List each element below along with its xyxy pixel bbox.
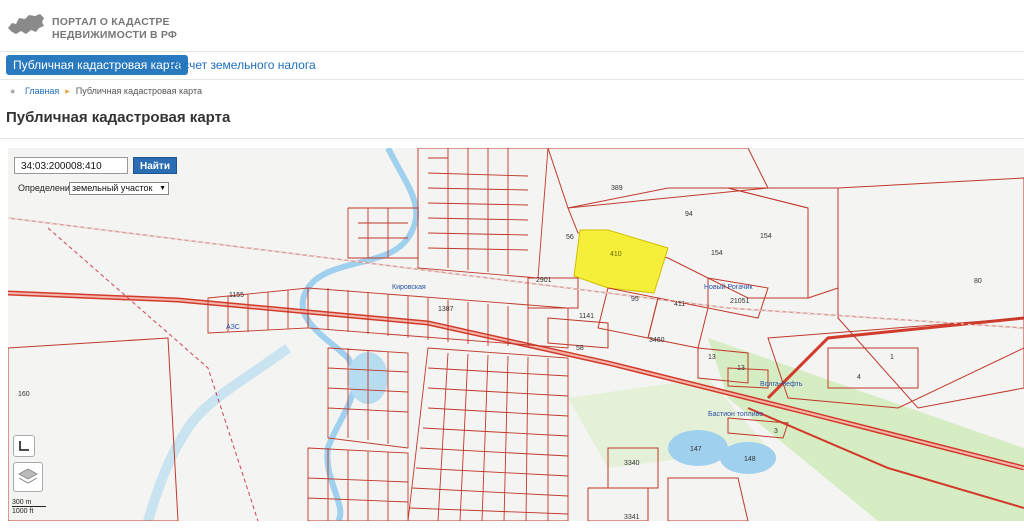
cadastral-map[interactable]: 410 389 94 154 154 56 2901 95 411 21051 … (8, 148, 1024, 521)
measure-tool-button[interactable] (13, 435, 35, 457)
map-label: 1141 (579, 313, 595, 320)
parcel[interactable] (727, 187, 839, 299)
map-label: 148 (744, 456, 756, 463)
tab-public-cadastral-map[interactable]: Публичная кадастровая карта (6, 55, 189, 75)
chevron-down-icon: ▼ (159, 185, 166, 192)
parcel[interactable] (837, 177, 1024, 409)
ruler-icon (19, 441, 29, 451)
location-pin-icon: ● (10, 86, 16, 96)
map-label: 3460 (649, 337, 665, 344)
breadcrumb: ● Главная ▸ Публичная кадастровая карта (10, 86, 202, 97)
map-scale: 300 m 1000 ft (12, 498, 33, 516)
portal-title-line2: НЕДВИЖИМОСТИ В РФ (52, 29, 178, 41)
map-label: 56 (566, 234, 574, 241)
map-label: 3341 (624, 514, 640, 521)
map-label-oil: Волга-Нефть (760, 381, 803, 388)
map-label: 21051 (730, 298, 750, 305)
map-label: 3 (774, 428, 778, 435)
map-label-fuel: Бастион топливо (708, 411, 764, 418)
map-label-selected: 410 (610, 251, 622, 258)
map-label-street: Кировская (392, 284, 426, 291)
site-header: ПОРТАЛ О КАДАСТРЕ НЕДВИЖИМОСТИ В РФ (0, 0, 1024, 50)
map-label: 1155 (229, 292, 245, 299)
breadcrumb-separator-icon: ▸ (65, 86, 70, 96)
portal-title-line1: ПОРТАЛ О КАДАСТРЕ (52, 16, 170, 28)
map-label-station: Новый Рогачик (704, 284, 753, 291)
map-label: 389 (611, 185, 623, 192)
map-label: 2901 (536, 277, 552, 284)
selected-parcel[interactable] (573, 229, 669, 294)
title-divider (0, 138, 1024, 139)
breadcrumb-current: Публичная кадастровая карта (75, 86, 202, 96)
search-button[interactable]: Найти (133, 157, 177, 174)
page-title: Публичная кадастровая карта (6, 109, 231, 126)
map-label: 94 (685, 211, 693, 218)
scale-imperial: 1000 ft (12, 508, 34, 515)
tab-land-tax-calculation[interactable]: Расчет земельного налога (162, 55, 323, 75)
dashed-boundary (47, 227, 259, 521)
scale-bar (12, 506, 46, 507)
map-label: 95 (631, 296, 639, 303)
map-label: 80 (974, 278, 982, 285)
map-label: 154 (760, 233, 772, 240)
map-label: 160 (18, 391, 30, 398)
parcel[interactable] (667, 477, 749, 521)
map-label: 147 (690, 446, 702, 453)
parcel[interactable] (827, 347, 919, 389)
nav-divider (0, 79, 1024, 80)
map-label: 411 (674, 301, 686, 308)
russia-map-icon[interactable] (6, 12, 46, 43)
map-label: 1387 (438, 306, 454, 313)
portal-title[interactable]: ПОРТАЛ О КАДАСТРЕ НЕДВИЖИМОСТИ В РФ (52, 16, 177, 42)
cadastral-number-input[interactable]: 34:03:200008:410 (14, 157, 128, 174)
layers-icon (18, 468, 38, 484)
map-label: 58 (576, 345, 584, 352)
river (299, 148, 420, 521)
definition-selected: земельный участок (72, 183, 153, 193)
residential-parcels (207, 148, 569, 521)
map-label: 3340 (624, 460, 640, 467)
main-nav: Публичная кадастровая карта Расчет земел… (0, 52, 1024, 80)
map-label: 13 (708, 354, 716, 361)
map-label: 13 (737, 365, 745, 372)
map-canvas[interactable] (8, 148, 1024, 521)
parcel[interactable] (547, 317, 609, 349)
layers-button[interactable] (13, 462, 43, 492)
map-label-azs: АЗС (226, 324, 240, 331)
definition-select[interactable]: земельный участок ▼ (69, 182, 169, 195)
map-label: 1 (890, 354, 894, 361)
map-label: 154 (711, 250, 723, 257)
map-label: 4 (857, 374, 861, 381)
parcel[interactable] (547, 148, 769, 209)
river-branch (143, 343, 291, 521)
breadcrumb-home[interactable]: Главная (25, 86, 59, 96)
